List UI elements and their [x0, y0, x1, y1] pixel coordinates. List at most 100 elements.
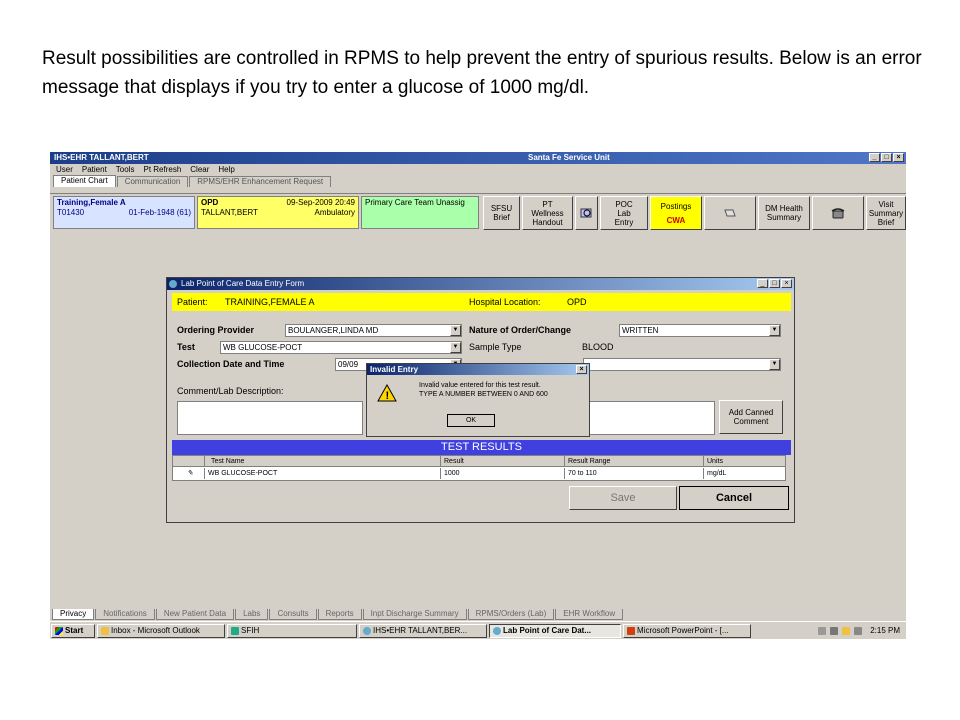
- menu-help[interactable]: Help: [218, 164, 234, 175]
- tab-rpms-orders[interactable]: RPMS/Orders (Lab): [467, 609, 555, 620]
- save-button[interactable]: Save: [569, 486, 677, 510]
- tab-ehr-workflow[interactable]: EHR Workflow: [555, 609, 624, 620]
- lab-poc-titlebar: Lab Point of Care Data Entry Form _ □ ×: [167, 278, 794, 290]
- task-lab-poc[interactable]: Lab Point of Care Dat...: [489, 623, 621, 638]
- visit-type: Ambulatory: [314, 208, 355, 217]
- cancel-button[interactable]: Cancel: [679, 486, 789, 510]
- tab-consults[interactable]: Consults: [269, 609, 317, 620]
- result-test-name: WB GLUCOSE-POCT: [205, 468, 441, 479]
- add-canned-comment-button[interactable]: Add Canned Comment: [719, 400, 783, 434]
- tab-notifications[interactable]: Notifications: [95, 609, 155, 620]
- ehr-icon: [493, 626, 501, 635]
- phone-icon: [831, 208, 845, 219]
- hospital-location-value: OPD: [567, 297, 587, 307]
- tray-icon[interactable]: [830, 626, 839, 635]
- dialog-maximize-button[interactable]: □: [769, 279, 780, 288]
- sample-type-value: BLOOD: [582, 342, 614, 352]
- patient-id: T01430: [57, 208, 85, 217]
- terminal-icon: [231, 626, 239, 635]
- notepad-icon: [724, 209, 736, 217]
- hospital-location-label: Hospital Location:: [469, 297, 541, 307]
- patient-name: Training,Female A: [57, 198, 126, 207]
- tab-patient-chart[interactable]: Patient Chart: [53, 175, 116, 187]
- pt-wellness-button[interactable]: PT Wellness Handout: [522, 196, 573, 230]
- task-ehr[interactable]: IHS•EHR TALLANT,BER...: [359, 623, 487, 638]
- modal-message: Invalid value entered for this test resu…: [419, 381, 548, 399]
- specimen-select[interactable]: ▼: [583, 358, 781, 371]
- postings-label: Postings: [660, 201, 692, 211]
- notes-button[interactable]: [704, 196, 756, 230]
- task-sfih-label: SFIH: [241, 625, 260, 635]
- tab-new-patient-data[interactable]: New Patient Data: [155, 609, 235, 620]
- dialog-minimize-button[interactable]: _: [757, 279, 768, 288]
- modal-close-button[interactable]: ×: [576, 365, 587, 374]
- visit-summary-brief-button[interactable]: Visit Summary Brief: [866, 196, 906, 230]
- visit-date: 09-Sep-2009 20:49: [286, 198, 356, 207]
- primary-care-team[interactable]: Primary Care Team Unassig: [361, 196, 479, 229]
- magnifier-button[interactable]: [575, 196, 598, 230]
- patient-label: Patient:: [177, 297, 208, 307]
- start-button[interactable]: Start: [51, 623, 95, 638]
- collection-date-value: 09/09: [338, 360, 359, 369]
- task-powerpoint-label: Microsoft PowerPoint - [...: [637, 625, 729, 635]
- tray-icon[interactable]: [818, 626, 827, 635]
- task-ehr-label: IHS•EHR TALLANT,BER...: [373, 625, 468, 635]
- ok-button[interactable]: OK: [447, 414, 495, 427]
- menu-tools[interactable]: Tools: [116, 164, 135, 175]
- tab-enhancement-request[interactable]: RPMS/EHR Enhancement Request: [189, 176, 332, 187]
- result-range: 70 to 110: [565, 468, 704, 479]
- dm-health-summary-button[interactable]: DM Health Summary: [758, 196, 810, 230]
- patient-banner: Patient: TRAINING,FEMALE A Hospital Loca…: [172, 293, 791, 311]
- facility-title: Santa Fe Service Unit: [528, 153, 610, 162]
- patient-selector[interactable]: Training,Female A T01430 01-Feb-1948 (61…: [53, 196, 195, 229]
- result-value-cell[interactable]: 1000: [441, 468, 565, 479]
- maximize-button[interactable]: □: [881, 153, 892, 162]
- task-sfih[interactable]: SFIH: [227, 623, 357, 638]
- dialog-title: Lab Point of Care Data Entry Form: [181, 279, 305, 288]
- minimize-button[interactable]: _: [869, 153, 880, 162]
- visit-selector[interactable]: OPD 09-Sep-2009 20:49 TALLANT,BERT Ambul…: [197, 196, 359, 229]
- tray-icon[interactable]: [854, 626, 863, 635]
- app-title: IHS•EHR TALLANT,BERT: [54, 153, 149, 162]
- ordering-provider-select[interactable]: BOULANGER,LINDA MD ▼: [285, 324, 462, 337]
- tab-communication[interactable]: Communication: [116, 176, 189, 187]
- task-powerpoint[interactable]: Microsoft PowerPoint - [...: [623, 623, 751, 638]
- magnifier-icon: [580, 208, 591, 218]
- pencil-icon: ✎: [173, 468, 205, 479]
- tab-privacy[interactable]: Privacy: [52, 609, 95, 620]
- tab-inpt-discharge[interactable]: Inpt Discharge Summary: [362, 609, 467, 620]
- menu-user[interactable]: User: [56, 164, 73, 175]
- test-select[interactable]: WB GLUCOSE-POCT ▼: [220, 341, 462, 354]
- test-results-header: TEST RESULTS: [172, 440, 791, 455]
- ehr-window: IHS•EHR TALLANT,BERT Santa Fe Service Un…: [50, 152, 906, 639]
- cwa-label: CWA: [666, 215, 686, 225]
- grid-header-test-name: Test Name: [205, 456, 441, 467]
- comment-textarea[interactable]: [177, 401, 363, 435]
- result-units: mg/dL: [707, 470, 727, 477]
- ordering-provider-label: Ordering Provider: [177, 325, 255, 335]
- lab-description-textarea[interactable]: [583, 401, 715, 435]
- phone-button[interactable]: [812, 196, 864, 230]
- tab-labs[interactable]: Labs: [235, 609, 269, 620]
- nature-of-order-select[interactable]: WRITTEN ▼: [619, 324, 781, 337]
- nature-of-order-value: WRITTEN: [622, 326, 659, 335]
- postings-button[interactable]: Postings CWA: [650, 196, 702, 230]
- menu-patient[interactable]: Patient: [82, 164, 107, 175]
- close-button[interactable]: ×: [893, 153, 904, 162]
- poc-lab-entry-button[interactable]: POC Lab Entry: [600, 196, 648, 230]
- sfsu-brief-button[interactable]: SFSU Brief: [483, 196, 520, 230]
- visit-location: OPD: [201, 198, 219, 207]
- task-outlook[interactable]: Inbox - Microsoft Outlook: [97, 623, 225, 638]
- chevron-down-icon: ▼: [769, 325, 780, 336]
- clock[interactable]: 2:15 PM: [870, 626, 900, 635]
- comment-label: Comment/Lab Description:: [177, 386, 284, 396]
- tab-reports[interactable]: Reports: [317, 609, 362, 620]
- menu-clear[interactable]: Clear: [190, 164, 209, 175]
- dialog-close-button[interactable]: ×: [781, 279, 792, 288]
- tray-icon[interactable]: [842, 626, 851, 635]
- svg-text:!: !: [386, 390, 390, 402]
- menu-pt-refresh[interactable]: Pt Refresh: [143, 164, 181, 175]
- start-label: Start: [65, 625, 84, 635]
- table-row[interactable]: ✎ WB GLUCOSE-POCT 1000 70 to 110 mg/dL: [173, 468, 785, 479]
- ehr-icon: [363, 626, 371, 635]
